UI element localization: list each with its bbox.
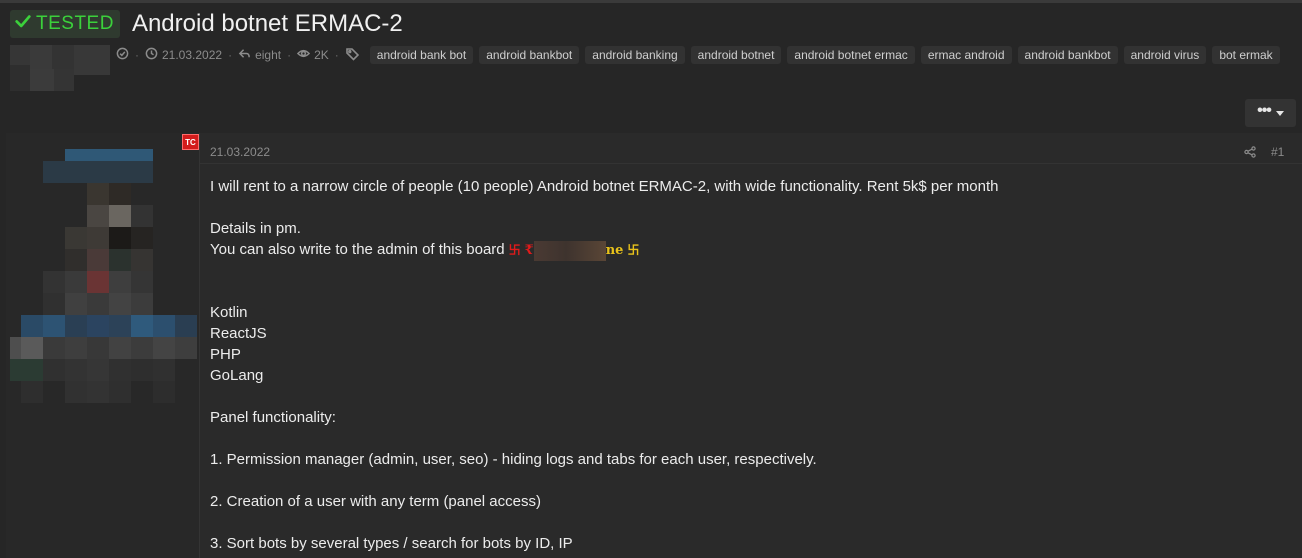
post-text-line: PHP (210, 346, 241, 363)
tag[interactable]: android botnet ermac (787, 46, 915, 64)
post-date[interactable]: 21.03.2022 (210, 145, 270, 159)
thread-author-avatar[interactable] (10, 45, 110, 91)
admin-username[interactable]: 卐 ₹ ne 卐 (509, 240, 639, 261)
redacted-name (533, 240, 606, 261)
tag[interactable]: android virus (1123, 46, 1207, 64)
replies-count: eight (255, 48, 282, 62)
eye-icon (296, 47, 311, 63)
thread-title-row: TESTED Android botnet ERMAC-2 (10, 6, 403, 42)
post-text-line: 1. Permission manager (admin, user, seo)… (210, 451, 817, 468)
post-main: 21.03.2022 #1 I will rent to a narrow ci… (200, 133, 1302, 558)
tag[interactable]: android bank bot (369, 46, 474, 64)
admin-contact-text: You can also write to the admin of this … (210, 241, 505, 258)
post-text-line: 3. Sort bots by several types / search f… (210, 535, 573, 552)
post-text-line: Panel functionality: (210, 409, 336, 426)
thread-views: 2K (296, 47, 329, 63)
thread-replies: eight (238, 47, 281, 63)
thread-prefix[interactable]: TESTED (10, 10, 120, 38)
chevron-down-icon (1275, 110, 1284, 116)
thread-tools-button[interactable]: ••• (1245, 99, 1296, 127)
post-text-line: You can also write to the admin of this … (210, 239, 1290, 261)
thread-title: Android botnet ERMAC-2 (131, 10, 403, 37)
clock-icon (145, 47, 158, 63)
views-count: 2K (314, 48, 329, 62)
thread-date-text: 21.03.2022 (162, 48, 223, 62)
post-text-line: I will rent to a narrow circle of people… (210, 178, 999, 195)
thread-meta: · 21.03.2022 · eight · 2K · android bank… (116, 44, 1280, 66)
post-body: I will rent to a narrow circle of people… (210, 176, 1290, 554)
thread-date[interactable]: 21.03.2022 (145, 47, 222, 63)
post: TC 21.03.2022 #1 I will rent to a narrow… (6, 133, 1302, 558)
share-icon[interactable] (1244, 145, 1256, 158)
tag[interactable]: android botnet (690, 46, 782, 64)
top-border (0, 0, 1302, 3)
reply-icon (238, 47, 251, 63)
post-text-line: Details in pm. (210, 220, 301, 237)
post-text-line: GoLang (210, 367, 264, 384)
post-text-line: ReactJS (210, 325, 267, 342)
post-text-line: Kotlin (210, 304, 248, 321)
tag-list: android bank bot android bankbot android… (368, 46, 1280, 64)
user-badge[interactable]: TC (182, 134, 199, 150)
post-number[interactable]: #1 (1271, 145, 1284, 159)
tag[interactable]: android bankbot (1017, 46, 1118, 64)
prefix-label: TESTED (36, 13, 114, 34)
post-user-cell: TC (6, 133, 200, 558)
checkmark-icon (14, 12, 32, 36)
tag[interactable]: ermac android (920, 46, 1012, 64)
circle-check-icon (116, 47, 129, 63)
more-dots: ••• (1257, 102, 1272, 119)
post-text-line: 2. Creation of a user with any term (pan… (210, 493, 541, 510)
tag[interactable]: android banking (585, 46, 685, 64)
tag-icon (345, 47, 360, 64)
post-user-avatar[interactable] (10, 149, 197, 405)
tag[interactable]: bot ermak (1212, 46, 1280, 64)
tag[interactable]: android bankbot (479, 46, 580, 64)
post-header: 21.03.2022 #1 (200, 133, 1302, 164)
